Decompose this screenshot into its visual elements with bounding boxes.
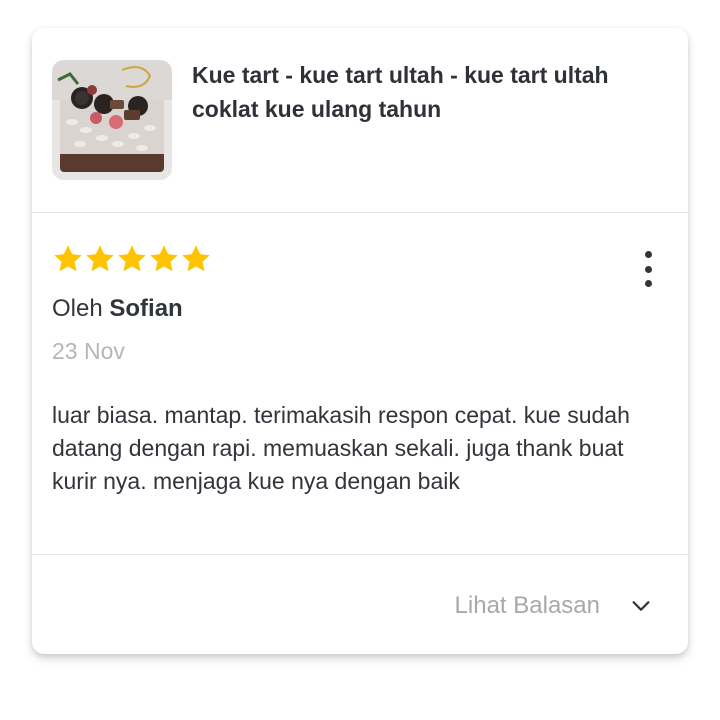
review-card: Kue tart - kue tart ultah - kue tart ult…: [32, 28, 688, 654]
star-icon: [150, 245, 178, 272]
chevron-down-icon: [632, 601, 650, 611]
more-vertical-icon-dot: [644, 280, 652, 287]
product-name[interactable]: Kue tart - kue tart ultah - kue tart ult…: [192, 58, 672, 126]
author-prefix: Oleh: [52, 295, 103, 322]
star-icon: [182, 245, 210, 272]
review-date: 23 Nov: [52, 338, 125, 364]
review-text: luar biasa. mantap. terimakasih respon c…: [52, 402, 630, 494]
product-thumbnail[interactable]: [52, 60, 172, 180]
more-vertical-icon-dot: [644, 265, 652, 273]
more-vertical-icon: [644, 251, 652, 258]
star-rating: [52, 243, 212, 279]
review-footer: Lihat Balasan: [32, 555, 688, 654]
review-author: Oleh Sofian: [52, 293, 183, 325]
product-header[interactable]: Kue tart - kue tart ultah - kue tart ult…: [32, 28, 688, 213]
view-replies-label: Lihat Balasan: [454, 592, 600, 619]
more-options-button[interactable]: [632, 249, 664, 289]
author-name: Sofian: [109, 295, 183, 322]
star-icon: [54, 245, 82, 272]
review-section: Oleh Sofian 23 Nov luar biasa. mantap. t…: [32, 213, 688, 555]
view-replies-button[interactable]: Lihat Balasan: [455, 590, 652, 622]
star-icon: [118, 245, 146, 272]
star-icon: [86, 245, 114, 272]
